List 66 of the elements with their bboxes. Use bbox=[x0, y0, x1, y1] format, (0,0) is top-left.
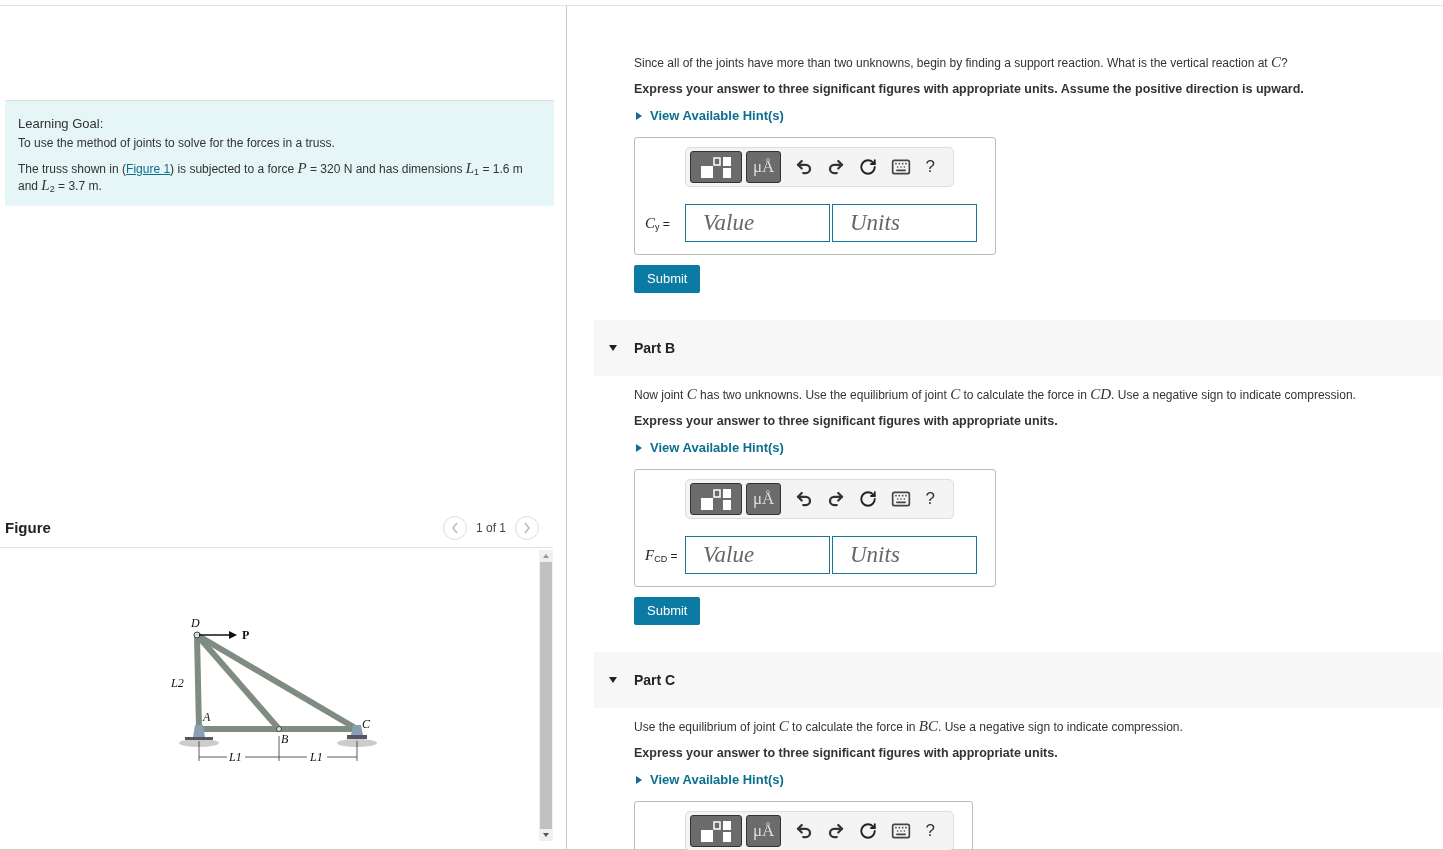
reset-icon[interactable] bbox=[859, 822, 878, 840]
template-button[interactable] bbox=[690, 483, 742, 515]
redo-icon[interactable] bbox=[827, 490, 846, 508]
caret-icon bbox=[634, 775, 644, 785]
keyboard-icon[interactable] bbox=[891, 489, 912, 509]
figure-link[interactable]: Figure 1 bbox=[126, 161, 171, 176]
scrollbar[interactable] bbox=[539, 549, 553, 841]
units-button[interactable]: μÅ bbox=[746, 815, 782, 847]
template-button[interactable] bbox=[690, 815, 742, 847]
reset-icon[interactable] bbox=[859, 490, 878, 508]
instruction-text: Express your answer to three significant figures with appropriate units. Assume the positive direction is upward. bbox=[634, 81, 1305, 98]
template-icon bbox=[699, 155, 733, 179]
undo-icon[interactable] bbox=[795, 822, 814, 840]
undo-icon[interactable] bbox=[795, 490, 814, 508]
help-button[interactable]: ? bbox=[925, 154, 949, 180]
redo-icon[interactable] bbox=[827, 158, 846, 176]
template-icon bbox=[699, 819, 733, 843]
reset-icon[interactable] bbox=[859, 158, 878, 176]
submit-button[interactable]: Submit bbox=[634, 597, 701, 625]
instruction-text: Express your answer to three significant figures with appropriate units. bbox=[634, 745, 1059, 762]
hint-link[interactable]: View Available Hint(s) bbox=[634, 770, 1443, 790]
point-label: C bbox=[362, 716, 370, 731]
help-button[interactable]: ? bbox=[925, 486, 949, 512]
question-text: Use the equilibrium of joint C to calculate the force in BC. Use a negative sign to indicate compression. bbox=[634, 717, 1184, 736]
units-field[interactable]: Units bbox=[832, 204, 977, 242]
problem-statement: The truss shown in (Figure 1) is subjected to a force P = 320 N and has dimensions L$_{1}$ = 1.6 m and L$_{2}$ = 3.7 m. bbox=[18, 159, 524, 194]
part-title: Part C bbox=[634, 670, 676, 690]
template-button[interactable] bbox=[690, 151, 742, 183]
keyboard-icon[interactable] bbox=[891, 821, 912, 841]
dimension-label: L2 bbox=[171, 675, 184, 690]
goal-text: To use the method of joints to solve for the forces in a truss. bbox=[18, 134, 336, 152]
part-title: Part B bbox=[634, 338, 676, 358]
point-label: D bbox=[191, 615, 200, 630]
caret-icon bbox=[634, 111, 644, 121]
value-field[interactable]: Value bbox=[685, 204, 830, 242]
help-button[interactable]: ? bbox=[925, 818, 949, 844]
units-button[interactable]: μÅ bbox=[746, 483, 782, 515]
part-header[interactable]: Part C bbox=[594, 652, 1443, 708]
figure-title: Figure bbox=[5, 517, 51, 538]
variable-label: F$_{CD}$ = bbox=[645, 545, 679, 566]
units-field[interactable]: Units bbox=[832, 536, 977, 574]
question-text: Now joint C has two unknowns. Use the equilibrium of joint C to calculate the force in CD. Use a negative sign to indicate compression. bbox=[634, 385, 1357, 404]
redo-icon[interactable] bbox=[827, 822, 846, 840]
page-counter: 1 of 1 bbox=[475, 520, 506, 537]
instruction-text: Express your answer to three significant figures with appropriate units. bbox=[634, 413, 1059, 430]
point-label: A bbox=[203, 709, 211, 724]
template-icon bbox=[699, 487, 733, 511]
keyboard-icon[interactable] bbox=[891, 157, 912, 177]
hint-link[interactable]: View Available Hint(s) bbox=[634, 106, 1443, 126]
dimension-label: L1 bbox=[229, 749, 242, 764]
variable-label: C$_{y}$ = bbox=[645, 213, 671, 234]
units-button[interactable]: μÅ bbox=[746, 151, 782, 183]
hint-link[interactable]: View Available Hint(s) bbox=[634, 438, 1443, 458]
force-arrow bbox=[198, 630, 237, 639]
force-label: P bbox=[242, 627, 250, 642]
chevron-right-icon bbox=[523, 522, 531, 534]
caret-icon bbox=[634, 443, 644, 453]
learning-goal-heading: Learning Goal: bbox=[18, 115, 105, 133]
submit-button[interactable]: Submit bbox=[634, 265, 701, 293]
value-field[interactable]: Value bbox=[685, 536, 830, 574]
undo-icon[interactable] bbox=[795, 158, 814, 176]
dimension-label: L1 bbox=[310, 749, 323, 764]
point-label: B bbox=[281, 731, 289, 746]
part-header[interactable]: Part B bbox=[594, 320, 1443, 376]
chevron-left-icon bbox=[450, 522, 459, 534]
question-text: Since all of the joints have more than two unknowns, begin by finding a support reaction. What is the vertical reaction at C? bbox=[634, 53, 1289, 72]
